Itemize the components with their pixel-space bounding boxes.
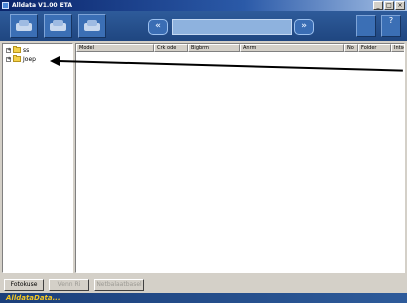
folder-tree[interactable]: + ss + Joep — [2, 43, 73, 273]
file-list[interactable]: Model Crk ode Bigbrm Anrm No Folder Ints… — [75, 43, 405, 273]
maximize-button[interactable]: □ — [384, 1, 394, 10]
window-icon[interactable] — [356, 15, 376, 37]
tertiary-action-button[interactable]: Netbalaatbasel — [94, 279, 144, 291]
expand-icon[interactable]: + — [6, 56, 11, 62]
brand-logo: AlldataData... — [6, 294, 61, 302]
minimize-button[interactable]: _ — [373, 1, 383, 10]
title-bar: Alldata V1.00 ETA _ □ × — [0, 0, 407, 11]
window-title: Alldata V1.00 ETA — [12, 2, 73, 9]
forward-button[interactable]: » — [294, 19, 314, 35]
column-header-model[interactable]: Model — [76, 44, 154, 52]
close-button[interactable]: × — [395, 1, 405, 10]
toolbar: « » ? — [0, 11, 407, 41]
vehicle-icon[interactable] — [78, 14, 106, 38]
expand-icon[interactable]: + — [6, 47, 11, 53]
tree-item-label: ss — [23, 46, 30, 54]
secondary-action-button[interactable]: Venn Ri — [49, 279, 89, 291]
column-header-source[interactable]: Intsorce — [391, 44, 404, 52]
folder-icon — [13, 46, 21, 53]
tree-item-label: Joep — [23, 55, 36, 63]
back-button[interactable]: « — [148, 19, 168, 35]
window-controls: _ □ × — [373, 1, 405, 10]
column-header-code[interactable]: Crk ode — [154, 44, 188, 52]
tree-item-ss[interactable]: + ss — [6, 46, 29, 54]
column-header-no[interactable]: No — [344, 44, 358, 52]
brand-strip: AlldataData... — [0, 293, 407, 303]
car-icon[interactable] — [44, 14, 72, 38]
column-header-folder[interactable]: Folder — [358, 44, 391, 52]
help-icon[interactable]: ? — [381, 15, 401, 37]
column-header-begin[interactable]: Bigbrm — [188, 44, 240, 52]
column-header-name[interactable]: Anrm — [240, 44, 344, 52]
help-label: ? — [388, 16, 394, 25]
bottom-bar: Fotokuse Venn Ri Netbalaatbasel — [0, 276, 407, 293]
annotation-arrow-head — [50, 56, 60, 66]
folder-icon — [13, 55, 21, 62]
primary-action-button[interactable]: Fotokuse — [4, 279, 44, 291]
tree-item-joep[interactable]: + Joep — [6, 55, 36, 63]
column-header-row: Model Crk ode Bigbrm Anrm No Folder Ints… — [76, 44, 404, 52]
search-field[interactable] — [172, 19, 292, 35]
app-icon — [2, 2, 9, 9]
document-car-icon[interactable] — [10, 14, 38, 38]
